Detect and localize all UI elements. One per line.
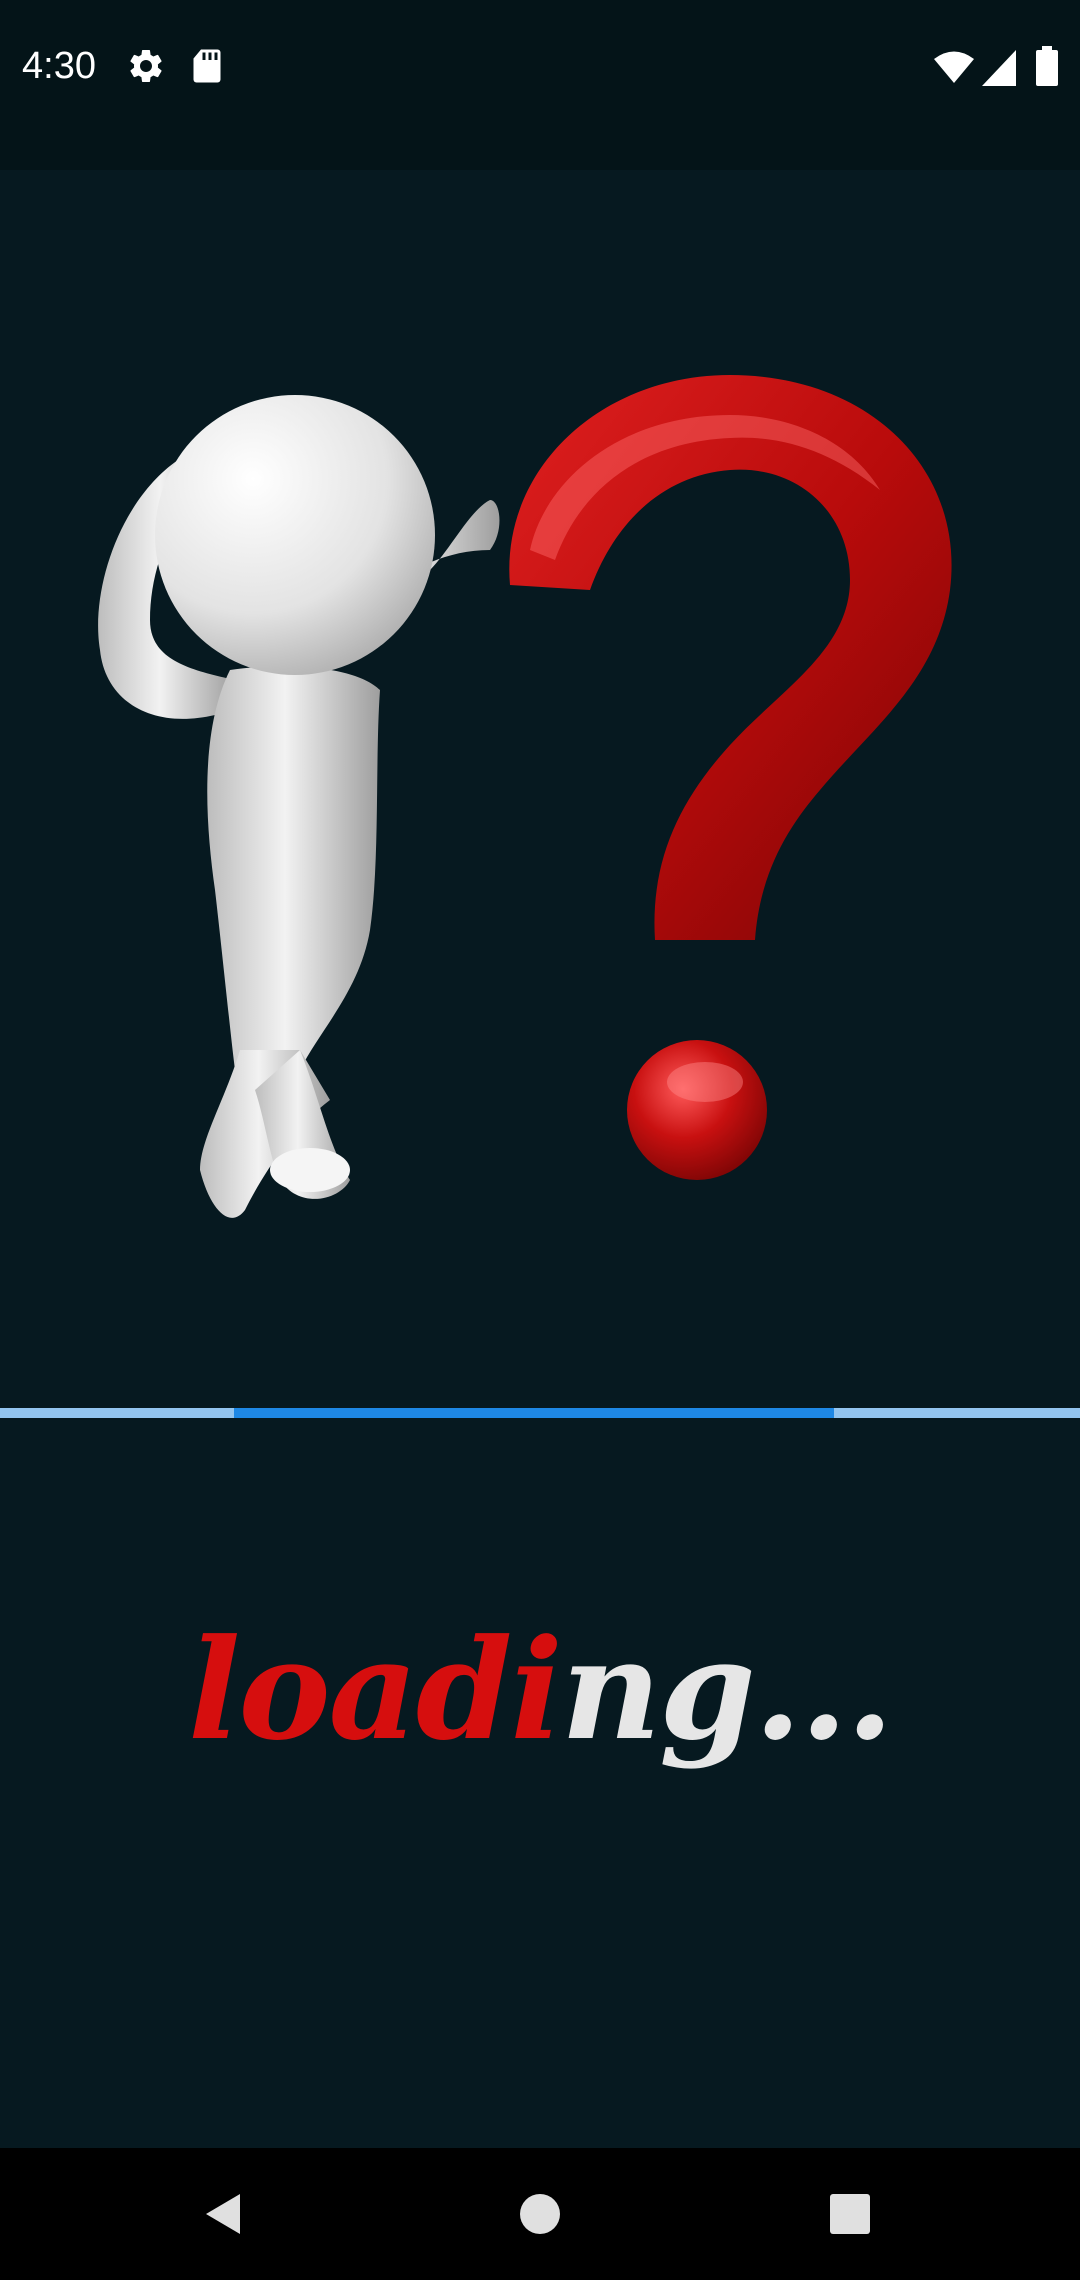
status-bar: 4:30: [0, 0, 1080, 170]
loading-label-grey: ng...: [560, 1608, 894, 1771]
red-question-mark: [509, 375, 952, 1180]
clock: 4:30: [22, 45, 96, 87]
navigation-bar: [0, 2148, 1080, 2280]
sd-card-icon: [193, 49, 221, 83]
thinking-figure-question-illustration: [98, 375, 952, 1218]
white-figure: [98, 395, 500, 1218]
progress-indicator: [234, 1408, 834, 1418]
wifi-icon: [934, 51, 974, 83]
back-icon[interactable]: [200, 2190, 248, 2238]
loading-label-red: loadi: [188, 1608, 563, 1771]
loading-label: loading...: [0, 1590, 1080, 1790]
home-icon[interactable]: [516, 2190, 564, 2238]
cell-signal-icon: [982, 50, 1016, 86]
battery-icon: [1036, 46, 1058, 86]
loading-progress-bar: [0, 1408, 1080, 1418]
recents-icon[interactable]: [828, 2192, 872, 2236]
gear-icon: [130, 49, 162, 82]
